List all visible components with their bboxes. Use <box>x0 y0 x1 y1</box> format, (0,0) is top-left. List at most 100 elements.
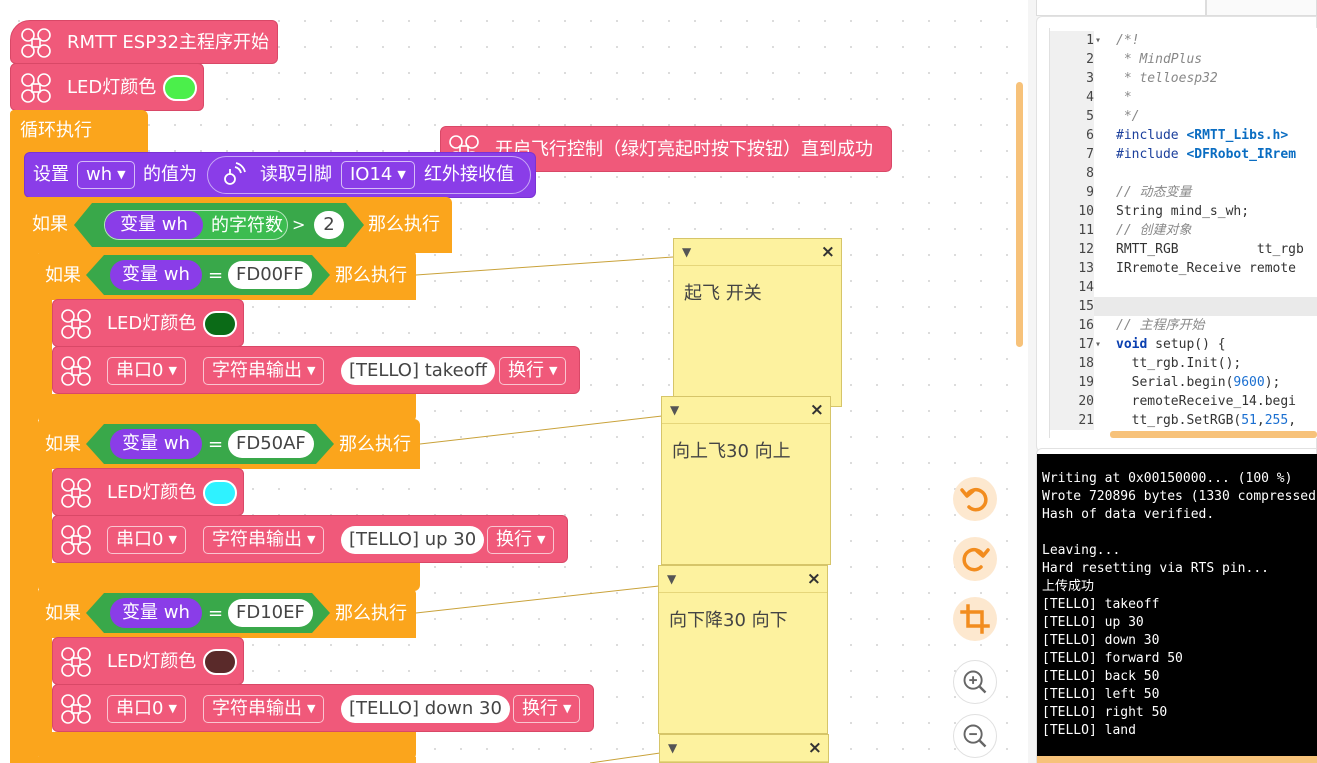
collapse-icon[interactable]: ▼ <box>682 245 691 259</box>
led-color-swatch[interactable] <box>203 480 237 506</box>
led-color-swatch[interactable] <box>203 649 237 675</box>
block-workspace[interactable]: RMTT ESP32主程序开始 LED灯颜色 循环执行 开启飞行控制（绿灯亮起时… <box>0 0 1028 763</box>
line-number: 3 <box>1050 69 1094 88</box>
string-input[interactable]: [TELLO] takeoff <box>341 357 496 385</box>
serial-print-block[interactable]: 串口0 ▼ 字符串输出 ▼ [TELLO] takeoff 换行 ▼ <box>52 346 580 394</box>
serial-port-dropdown[interactable]: 串口0 ▼ <box>107 357 186 385</box>
loop-block-header[interactable]: 循环执行 <box>10 110 148 154</box>
close-icon[interactable]: × <box>807 569 821 589</box>
code-text: */ <box>1116 109 1140 124</box>
number-input[interactable]: 2 <box>314 211 344 239</box>
code-line[interactable]: 8 <box>1050 164 1317 183</box>
close-icon[interactable]: × <box>821 242 835 262</box>
code-line[interactable]: 13 IRremote_Receive remote <box>1050 259 1317 278</box>
output-mode-dropdown[interactable]: 字符串输出 ▼ <box>203 526 325 554</box>
code-line[interactable]: 18 tt_rgb.Init(); <box>1050 354 1317 373</box>
comment-note[interactable]: ▼ × 起飞 开关 <box>673 238 842 407</box>
ir-code-input[interactable]: FD00FF <box>228 261 312 289</box>
main-program-block[interactable]: RMTT ESP32主程序开始 <box>10 20 278 64</box>
code-line[interactable]: 17 ▾ void setup() { <box>1050 335 1317 354</box>
set-variable-block[interactable]: 设置 wh ▼ 的值为 读取引脚 IO14 ▼ 红外接收值 <box>24 152 536 198</box>
code-text: #include <DFRobot_IRrem <box>1116 147 1297 162</box>
serial-port-dropdown[interactable]: 串口0 ▼ <box>107 526 186 554</box>
newline-dropdown[interactable]: 换行 ▼ <box>513 695 581 723</box>
code-line[interactable]: 7 #include <DFRobot_IRrem <box>1050 145 1317 164</box>
close-icon[interactable]: × <box>808 738 822 758</box>
code-line[interactable]: 15 <box>1050 297 1317 316</box>
string-input[interactable]: [TELLO] up 30 <box>341 526 485 554</box>
if-case-up[interactable]: 如果 变量 wh = FD50AF 那么执行 <box>38 419 420 469</box>
code-line[interactable]: 2 * MindPlus <box>1050 50 1317 69</box>
read-pin-block[interactable]: 读取引脚 IO14 ▼ 红外接收值 <box>207 156 531 194</box>
if-case-next[interactable] <box>38 757 416 763</box>
output-mode-dropdown[interactable]: 字符串输出 ▼ <box>203 695 325 723</box>
console-scrollbar[interactable] <box>1037 756 1317 763</box>
code-line[interactable]: 4 * <box>1050 88 1317 107</box>
zoom-out-button[interactable] <box>953 714 997 758</box>
if-case-arm <box>38 636 52 736</box>
undo-button[interactable] <box>953 477 997 521</box>
code-line[interactable]: 20 remoteReceive_14.begi <box>1050 392 1317 411</box>
led-color-swatch[interactable] <box>163 75 197 101</box>
if-case-down[interactable]: 如果 变量 wh = FD10EF 那么执行 <box>38 588 416 638</box>
close-icon[interactable]: × <box>810 400 824 420</box>
zoom-in-button[interactable] <box>953 660 997 704</box>
code-line[interactable]: 19 Serial.begin(9600); <box>1050 373 1317 392</box>
collapse-icon[interactable]: ▼ <box>668 741 677 755</box>
note-text[interactable]: 向上飞30 向上 <box>672 437 791 463</box>
variable-wh[interactable]: 变量 wh <box>110 429 202 459</box>
code-line[interactable]: 21 tt_rgb.SetRGB(51,255, <box>1050 411 1317 430</box>
code-line[interactable]: 5 */ <box>1050 107 1317 126</box>
if-block-outer[interactable]: 如果 变量 wh 的字符数 > 2 那么执行 <box>24 197 452 253</box>
tab-auto-code[interactable] <box>1036 0 1206 16</box>
variable-wh[interactable]: 变量 wh <box>110 598 202 628</box>
tab-manual-code[interactable] <box>1206 0 1317 16</box>
crop-button[interactable] <box>953 597 997 641</box>
pin-dropdown[interactable]: IO14 ▼ <box>341 161 415 189</box>
variable-wh[interactable]: 变量 wh <box>105 211 203 239</box>
variable-dropdown[interactable]: wh ▼ <box>77 161 135 189</box>
fold-icon[interactable]: ▾ <box>1095 335 1107 354</box>
serial-console[interactable]: Writing at 0x00150000... (100 %) Wrote 72… <box>1037 454 1317 756</box>
code-line[interactable]: 1 ▾ /*! <box>1050 31 1317 50</box>
serial-port-dropdown[interactable]: 串口0 ▼ <box>107 695 186 723</box>
variable-wh[interactable]: 变量 wh <box>110 260 202 290</box>
serial-print-block[interactable]: 串口0 ▼ 字符串输出 ▼ [TELLO] up 30 换行 ▼ <box>52 515 568 563</box>
collapse-icon[interactable]: ▼ <box>667 572 676 586</box>
comment-note[interactable]: ▼ × 向上飞30 向上 <box>661 396 831 565</box>
newline-dropdown[interactable]: 换行 ▼ <box>487 526 555 554</box>
comment-note[interactable]: ▼ × <box>659 734 829 763</box>
serial-print-block[interactable]: 串口0 ▼ 字符串输出 ▼ [TELLO] down 30 换行 ▼ <box>52 684 594 732</box>
newline-dropdown[interactable]: 换行 ▼ <box>499 357 567 385</box>
note-text[interactable]: 起飞 开关 <box>684 279 762 305</box>
code-text: * <box>1116 90 1132 105</box>
string-input[interactable]: [TELLO] down 30 <box>341 695 510 723</box>
code-editor[interactable]: 1 ▾/*! 2 * MindPlus 3 * telloesp32 4 * 5 */6 #… <box>1049 28 1317 438</box>
output-mode-dropdown[interactable]: 字符串输出 ▼ <box>203 357 325 385</box>
code-line[interactable]: 12 RMTT_RGB tt_rgb <box>1050 240 1317 259</box>
code-line[interactable]: 16 // 主程序开始 <box>1050 316 1317 335</box>
code-line[interactable]: 11 // 创建对象 <box>1050 221 1317 240</box>
workspace-scrollbar[interactable] <box>1016 82 1023 347</box>
note-header <box>662 397 830 424</box>
note-text[interactable]: 向下降30 向下 <box>669 606 788 632</box>
code-line[interactable]: 14 <box>1050 278 1317 297</box>
ir-code-input[interactable]: FD10EF <box>228 599 313 627</box>
code-line[interactable]: 9 // 动态变量 <box>1050 183 1317 202</box>
length-block[interactable]: 变量 wh 的字符数 <box>104 210 288 240</box>
code-line[interactable]: 6 #include <RMTT_Libs.h> <box>1050 126 1317 145</box>
ir-code-input[interactable]: FD50AF <box>228 430 314 458</box>
led-color-block[interactable]: LED灯颜色 <box>52 299 244 347</box>
code-line[interactable]: 3 * telloesp32 <box>1050 69 1317 88</box>
collapse-icon[interactable]: ▼ <box>670 403 679 417</box>
fold-icon[interactable]: ▾ <box>1095 31 1107 50</box>
code-editor-scrollbar[interactable] <box>1110 431 1317 438</box>
code-line[interactable]: 10 String mind_s_wh; <box>1050 202 1317 221</box>
led-color-swatch[interactable] <box>203 311 237 337</box>
redo-button[interactable] <box>953 537 997 581</box>
led-color-block[interactable]: LED灯颜色 <box>52 637 244 685</box>
led-color-block[interactable]: LED灯颜色 <box>52 468 244 516</box>
comment-note[interactable]: ▼ × 向下降30 向下 <box>658 565 828 734</box>
if-case-takeoff[interactable]: 如果 变量 wh = FD00FF 那么执行 <box>38 250 416 300</box>
led-color-block[interactable]: LED灯颜色 <box>10 63 204 111</box>
